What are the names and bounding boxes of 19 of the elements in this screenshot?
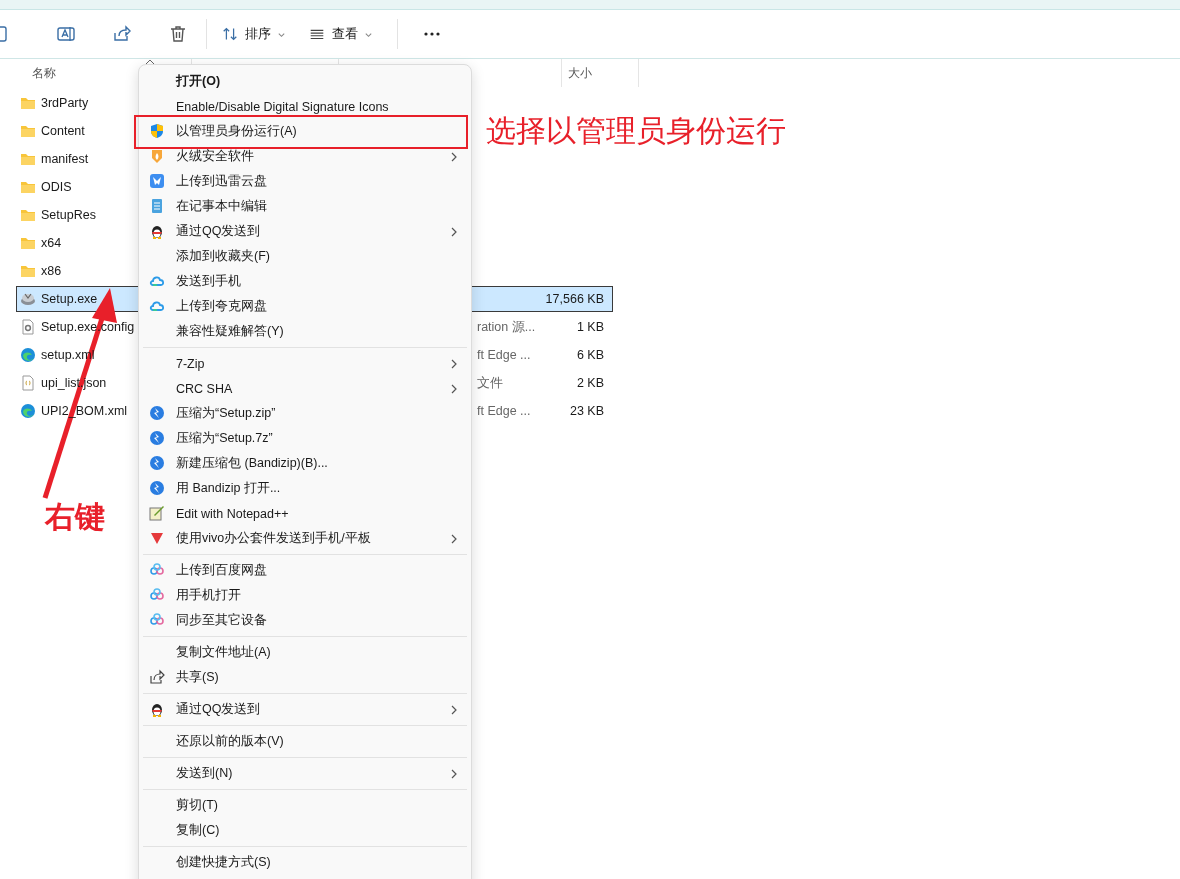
file-name: ODIS <box>41 180 72 194</box>
callout-text: 右键 <box>45 499 105 535</box>
file-type: ft Edge ... <box>477 404 531 418</box>
file-name: x86 <box>41 264 62 278</box>
file-type: ft Edge ... <box>477 348 531 362</box>
file-name: Content <box>41 124 85 138</box>
file-size: 6 KB <box>576 348 605 362</box>
file-type: ration 源... <box>477 318 536 336</box>
file-name: SetupRes <box>41 208 96 222</box>
file-name: Setup.exe <box>41 292 98 306</box>
file-name: manifest <box>41 152 89 166</box>
file-size: 17,566 KB <box>545 292 605 306</box>
file-type: 文件 <box>477 374 503 392</box>
file-size: 2 KB <box>576 376 605 390</box>
file-name: 3rdParty <box>41 96 89 110</box>
file-name: x64 <box>41 236 62 250</box>
callout-text: 选择以管理员身份运行 <box>486 113 786 149</box>
file-size: 1 KB <box>576 320 605 334</box>
file-size: 23 KB <box>569 404 605 418</box>
